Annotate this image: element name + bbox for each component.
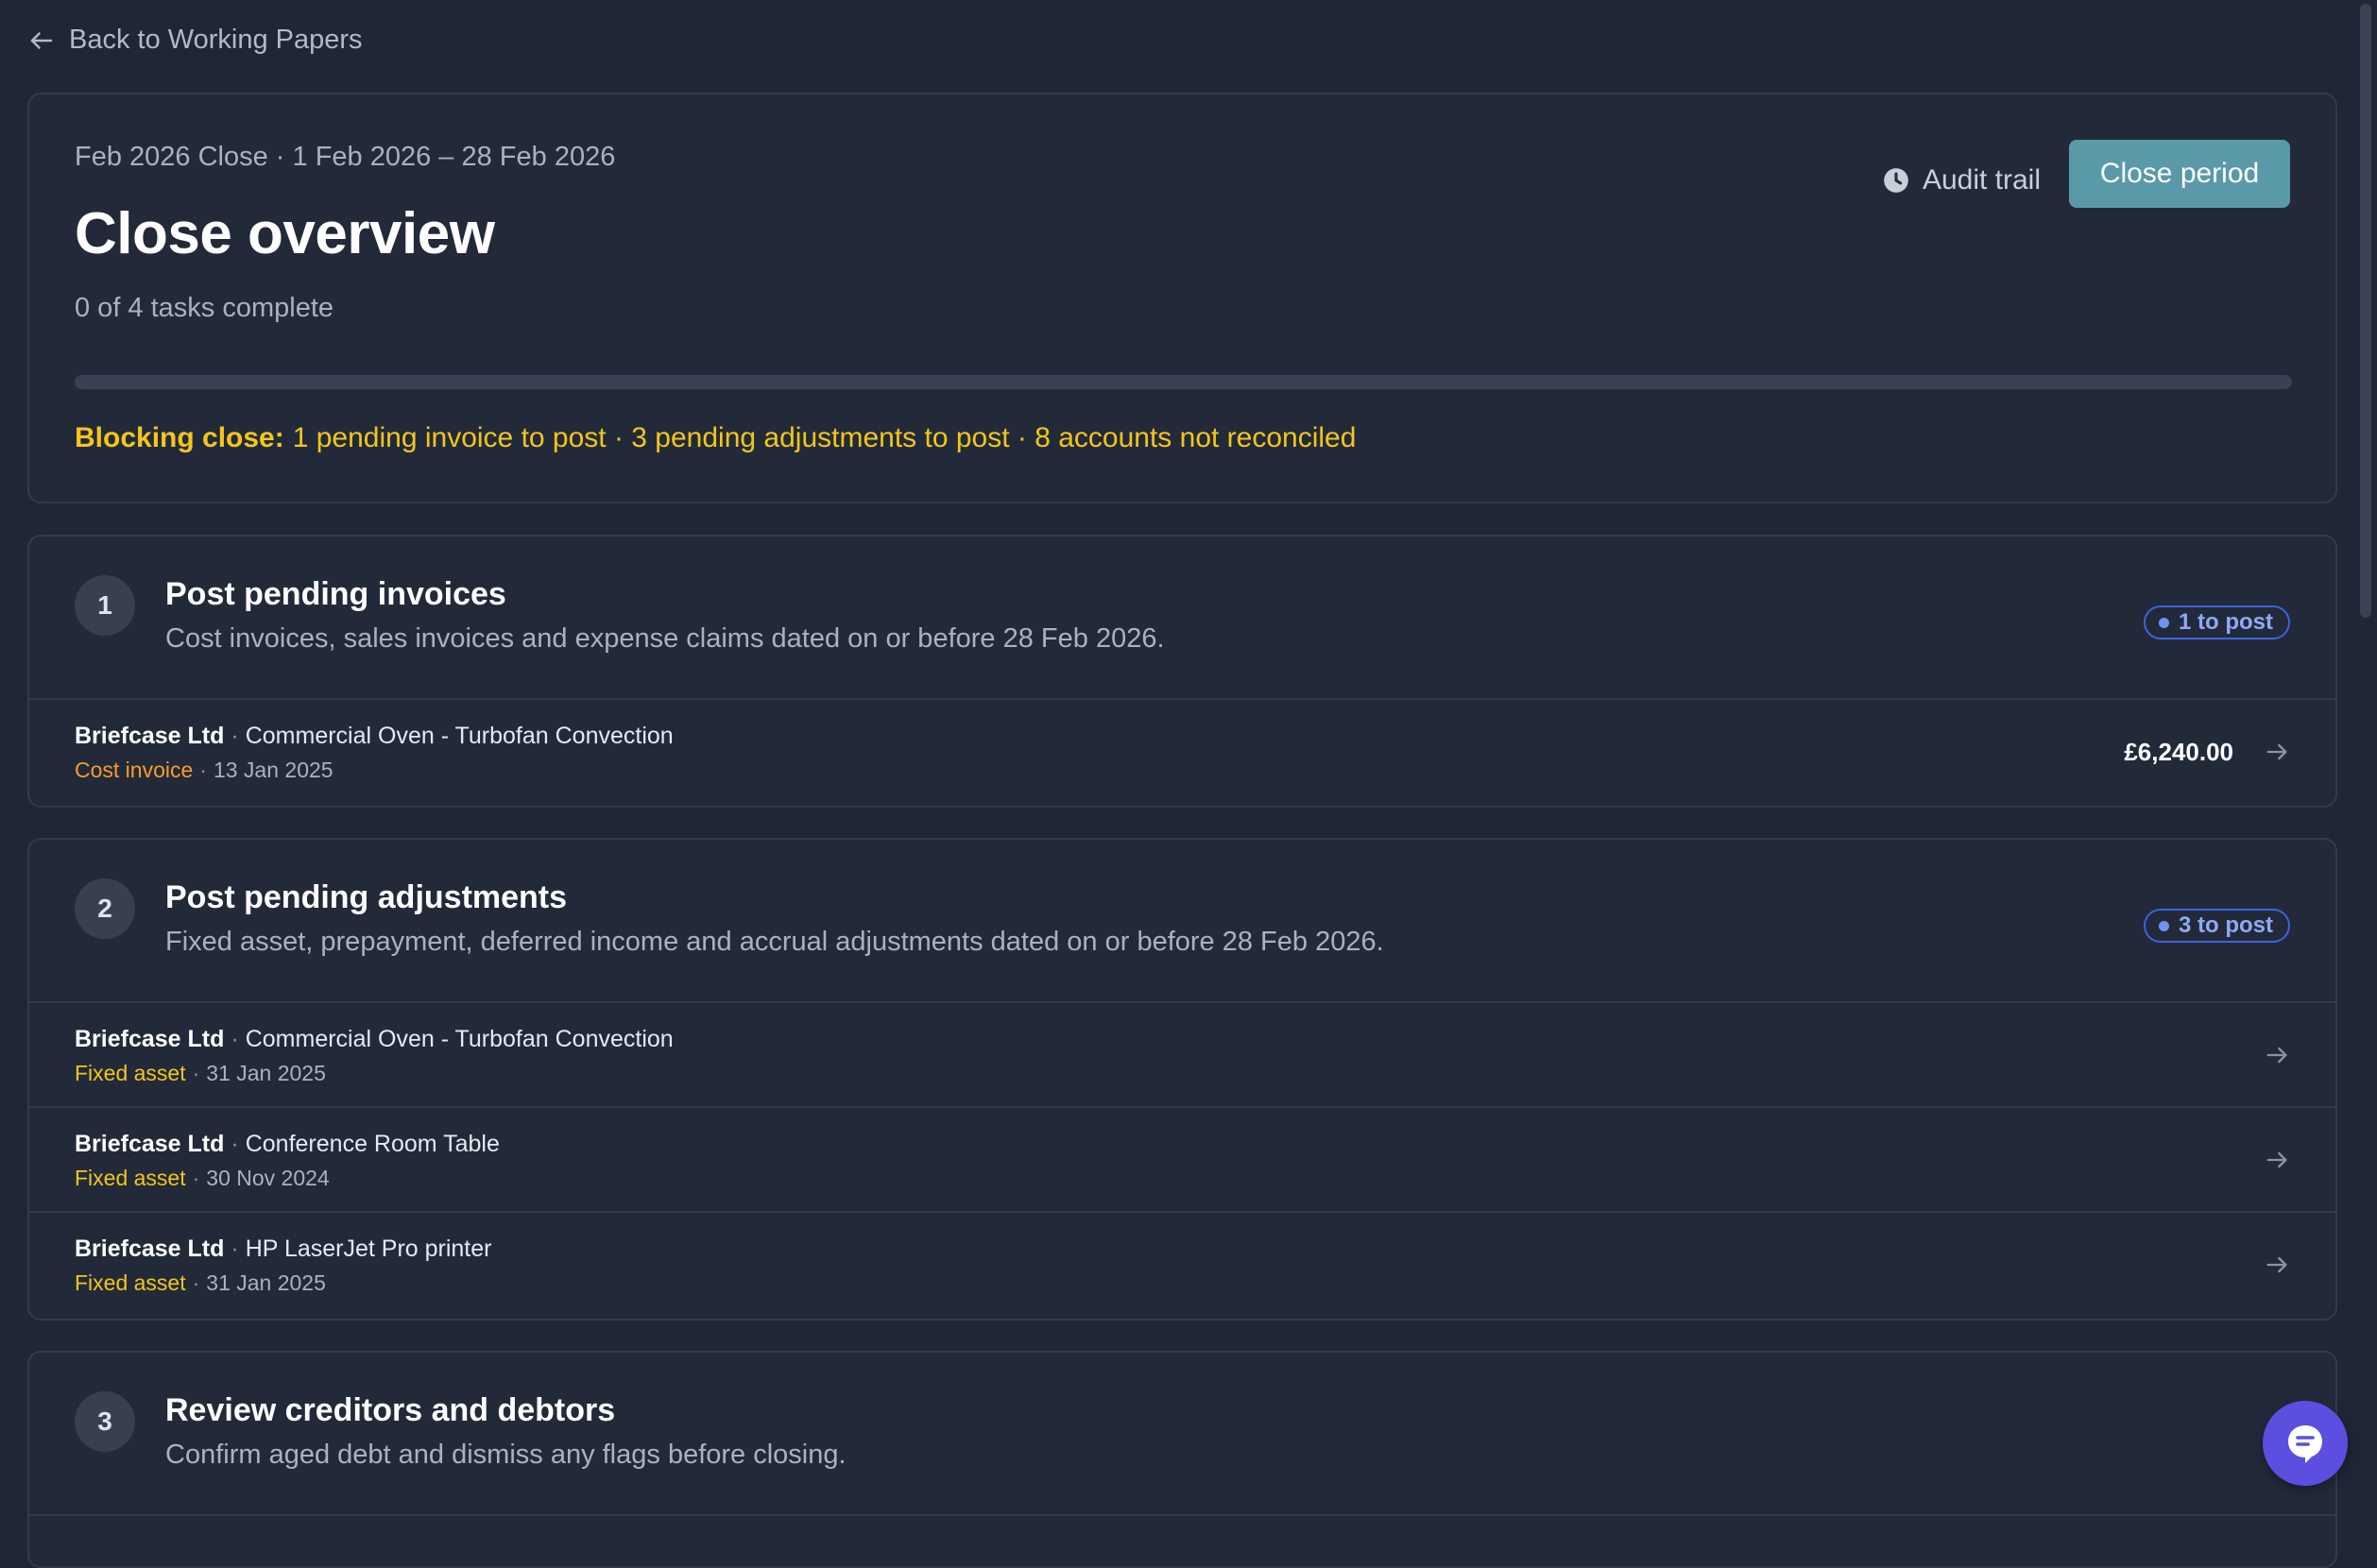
company-name: Briefcase Ltd (75, 1131, 225, 1157)
invoice-amount: £6,240.00 (2124, 738, 2233, 766)
company-name: Briefcase Ltd (75, 1026, 225, 1052)
company-name: Briefcase Ltd (75, 723, 225, 749)
document-date: 31 Jan 2025 (206, 1061, 326, 1085)
arrow-left-icon (30, 31, 53, 49)
task-card-post-pending-adjustments: 2 Post pending adjustments Fixed asset, … (27, 838, 2337, 1321)
step-number: 3 (75, 1391, 135, 1452)
to-post-badge: 3 to post (2144, 909, 2290, 943)
blocking-label: Blocking close: (75, 422, 284, 453)
item-name: HP LaserJet Pro printer (245, 1236, 492, 1262)
row-title: Briefcase Ltd · Commercial Oven - Turbofan… (75, 723, 674, 749)
arrow-right-icon[interactable] (2264, 1147, 2290, 1173)
page-scrollbar[interactable] (2354, 0, 2375, 1521)
row-meta: Fixed asset · 31 Jan 2025 (75, 1270, 326, 1295)
badge-dot-icon (2159, 617, 2169, 628)
document-date: 30 Nov 2024 (206, 1166, 330, 1190)
close-overview-page: Back to Working Papers Feb 2026 Close · … (0, 0, 2377, 1568)
audit-trail-label: Audit trail (1922, 164, 2041, 196)
list-item[interactable]: Briefcase Ltd · Conference Room Table Fixe… (29, 1108, 2335, 1213)
task-title: Post pending adjustments (165, 879, 568, 915)
task-card-review-creditors-debtors: 3 Review creditors and debtors Confirm a… (27, 1351, 2337, 1568)
badge-label: 1 to post (2179, 609, 2273, 635)
row-title: Briefcase Ltd · Commercial Oven - Turbofan… (75, 1026, 674, 1052)
back-label: Back to Working Papers (69, 25, 363, 55)
task-title: Review creditors and debtors (165, 1392, 616, 1428)
task-title: Post pending invoices (165, 576, 506, 612)
company-name: Briefcase Ltd (75, 1236, 225, 1262)
task-header: 2 Post pending adjustments Fixed asset, … (29, 840, 2335, 1003)
step-number: 1 (75, 575, 135, 636)
task-description: Cost invoices, sales invoices and expens… (165, 623, 1165, 654)
row-title: Briefcase Ltd · HP LaserJet Pro printer (75, 1236, 492, 1262)
back-to-working-papers-link[interactable]: Back to Working Papers (27, 25, 363, 56)
task-card-post-pending-invoices: 1 Post pending invoices Cost invoices, s… (27, 535, 2337, 808)
task-header: 1 Post pending invoices Cost invoices, s… (29, 537, 2335, 700)
chat-bubble-icon (2288, 1425, 2322, 1463)
item-name: Conference Room Table (245, 1131, 500, 1157)
row-meta: Cost invoice · 13 Jan 2025 (75, 758, 333, 782)
step-number: 2 (75, 878, 135, 939)
period-label: Feb 2026 Close · 1 Feb 2026 – 28 Feb 202… (75, 142, 616, 172)
document-type: Fixed asset (75, 1270, 186, 1295)
list-item[interactable]: Briefcase Ltd · Commercial Oven - Turbofan… (29, 700, 2335, 805)
badge-dot-icon (2159, 920, 2169, 931)
arrow-right-icon[interactable] (2264, 1042, 2290, 1068)
audit-trail-button[interactable]: Audit trail (1883, 157, 2041, 204)
item-name: Commercial Oven - Turbofan Convection (245, 723, 674, 749)
arrow-right-icon[interactable] (2264, 1252, 2290, 1278)
chat-support-button[interactable] (2263, 1401, 2348, 1486)
task-description: Fixed asset, prepayment, deferred income… (165, 927, 1384, 957)
list-item[interactable]: Briefcase Ltd · Commercial Oven - Turbofan… (29, 1003, 2335, 1108)
row-meta: Fixed asset · 30 Nov 2024 (75, 1166, 330, 1190)
document-date: 13 Jan 2025 (213, 758, 333, 782)
blocking-text: 1 pending invoice to post · 3 pending ad… (292, 422, 1357, 453)
document-type: Fixed asset (75, 1061, 186, 1085)
task-description: Confirm aged debt and dismiss any flags … (165, 1440, 846, 1470)
blocking-close-notice: Blocking close: 1 pending invoice to pos… (75, 422, 1356, 454)
arrow-right-icon[interactable] (2264, 739, 2290, 765)
row-meta: Fixed asset · 31 Jan 2025 (75, 1061, 326, 1085)
task-header: 3 Review creditors and debtors Confirm a… (29, 1353, 2335, 1516)
document-date: 31 Jan 2025 (206, 1270, 326, 1295)
close-period-button[interactable]: Close period (2069, 140, 2290, 208)
document-type: Cost invoice (75, 758, 194, 782)
scrollbar-thumb[interactable] (2360, 4, 2371, 618)
task-progress-text: 0 of 4 tasks complete (75, 293, 334, 323)
row-title: Briefcase Ltd · Conference Room Table (75, 1131, 500, 1157)
document-type: Fixed asset (75, 1166, 186, 1190)
to-post-badge: 1 to post (2144, 605, 2290, 639)
badge-label: 3 to post (2179, 912, 2273, 938)
close-overview-card: Feb 2026 Close · 1 Feb 2026 – 28 Feb 202… (27, 93, 2337, 503)
progress-bar (75, 375, 2292, 389)
item-name: Commercial Oven - Turbofan Convection (245, 1026, 674, 1052)
page-title: Close overview (75, 201, 495, 266)
clock-icon (1884, 168, 1908, 193)
list-item[interactable]: Briefcase Ltd · HP LaserJet Pro printer Fi… (29, 1213, 2335, 1318)
